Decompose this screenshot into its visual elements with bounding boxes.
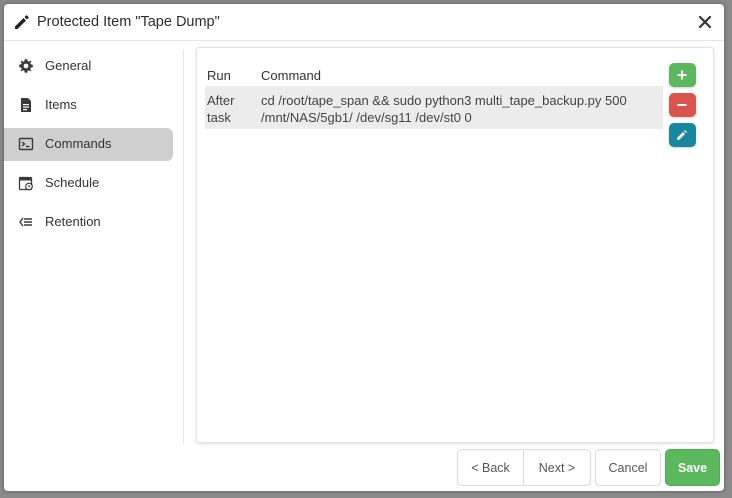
sidebar-item-commands[interactable]: Commands [4, 128, 173, 161]
sidebar-divider [183, 50, 184, 444]
sidebar-nav: General Items Commands Schedule Retentio… [4, 50, 184, 245]
cancel-button[interactable]: Cancel [595, 449, 661, 486]
pencil-icon [15, 15, 29, 29]
save-button[interactable]: Save [665, 449, 720, 486]
gear-icon [19, 59, 33, 73]
run-cell: After task [207, 93, 235, 125]
plus-icon [677, 70, 687, 80]
sidebar-item-label: Schedule [45, 175, 100, 190]
protected-item-dialog: Protected Item "Tape Dump" General Items [4, 4, 724, 491]
pencil-icon [677, 130, 687, 140]
sidebar-item-items[interactable]: Items [4, 89, 173, 122]
document-icon [21, 98, 31, 112]
sidebar-item-general[interactable]: General [4, 50, 173, 83]
back-button[interactable]: < Back [457, 449, 524, 486]
terminal-icon [18, 137, 34, 151]
sidebar-item-retention[interactable]: Retention [4, 206, 173, 239]
column-header-command: Command [261, 68, 321, 83]
remove-command-button[interactable] [669, 93, 696, 117]
sidebar-item-schedule[interactable]: Schedule [4, 167, 173, 200]
minus-icon [677, 104, 687, 106]
sidebar-item-label: Items [45, 97, 77, 112]
next-button[interactable]: Next > [523, 449, 591, 486]
command-cell: cd /root/tape_span && sudo python3 multi… [261, 93, 627, 125]
add-command-button[interactable] [669, 63, 696, 87]
retention-icon [19, 217, 32, 227]
sidebar-item-label: General [45, 58, 92, 73]
edit-command-button[interactable] [669, 123, 696, 147]
commands-panel: Run Command After task cd /root/tape_spa… [196, 47, 714, 443]
table-row[interactable]: After task cd /root/tape_span && sudo py… [205, 86, 663, 129]
close-icon[interactable] [696, 13, 714, 31]
sidebar-item-label: Retention [45, 214, 101, 229]
column-header-run: Run [207, 68, 231, 83]
sidebar-item-label: Commands [45, 136, 112, 151]
dialog-titlebar: Protected Item "Tape Dump" [4, 4, 724, 41]
calendar-clock-icon [18, 176, 33, 191]
dialog-title: Protected Item "Tape Dump" [37, 14, 220, 30]
